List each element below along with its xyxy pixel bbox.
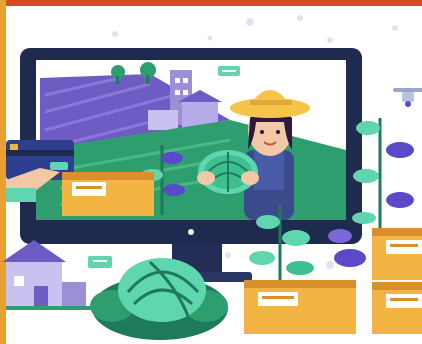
box-stack-right — [372, 228, 422, 334]
house-bottom-left — [2, 240, 96, 310]
box-bottom-center — [244, 280, 356, 334]
box-left — [62, 172, 154, 216]
chat-bubble-small — [88, 256, 112, 268]
drone-icon — [393, 88, 422, 107]
illustration-scene — [2, 15, 422, 340]
monitor-power-dot — [188, 229, 194, 235]
